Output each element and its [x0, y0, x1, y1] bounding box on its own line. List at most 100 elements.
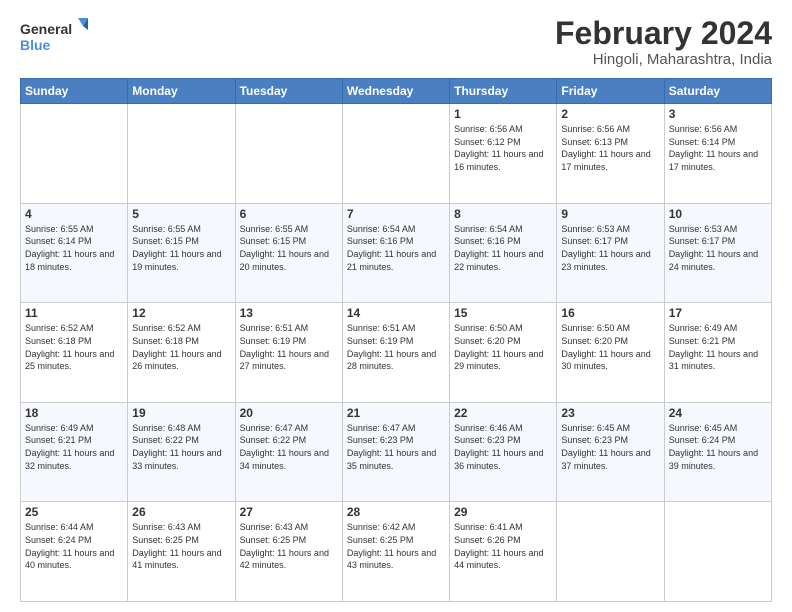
day-number: 10 — [669, 207, 767, 221]
calendar-cell: 25 Sunrise: 6:44 AMSunset: 6:24 PMDayligh… — [21, 502, 128, 602]
calendar-cell: 28 Sunrise: 6:42 AMSunset: 6:25 PMDayligh… — [342, 502, 449, 602]
day-number: 28 — [347, 505, 445, 519]
day-number: 20 — [240, 406, 338, 420]
day-info: Sunrise: 6:45 AMSunset: 6:24 PMDaylight:… — [669, 422, 767, 472]
calendar-body: 1 Sunrise: 6:56 AMSunset: 6:12 PMDaylight… — [21, 104, 772, 602]
calendar-cell: 18Sunrise: 6:49 AMSunset: 6:21 PMDayligh… — [21, 402, 128, 502]
calendar-cell: 17 Sunrise: 6:49 AMSunset: 6:21 PMDayligh… — [664, 303, 771, 403]
day-info: Sunrise: 6:56 AMSunset: 6:14 PMDaylight:… — [669, 123, 767, 173]
day-info: Sunrise: 6:41 AMSunset: 6:26 PMDaylight:… — [454, 521, 552, 571]
calendar-cell: 14 Sunrise: 6:51 AMSunset: 6:19 PMDayligh… — [342, 303, 449, 403]
calendar-cell — [21, 104, 128, 204]
day-info: Sunrise: 6:44 AMSunset: 6:24 PMDaylight:… — [25, 521, 123, 571]
svg-text:General: General — [20, 21, 72, 37]
weekday-header: Wednesday — [342, 79, 449, 104]
calendar-cell: 12Sunrise: 6:52 AMSunset: 6:18 PMDayligh… — [128, 303, 235, 403]
day-info: Sunrise: 6:43 AMSunset: 6:25 PMDaylight:… — [240, 521, 338, 571]
day-info: Sunrise: 6:47 AMSunset: 6:23 PMDaylight:… — [347, 422, 445, 472]
logo: General Blue — [20, 16, 90, 58]
calendar-cell: 24 Sunrise: 6:45 AMSunset: 6:24 PMDayligh… — [664, 402, 771, 502]
calendar-cell: 6Sunrise: 6:55 AMSunset: 6:15 PMDaylight… — [235, 203, 342, 303]
calendar-week-row: 18Sunrise: 6:49 AMSunset: 6:21 PMDayligh… — [21, 402, 772, 502]
day-info: Sunrise: 6:55 AMSunset: 6:15 PMDaylight:… — [132, 223, 230, 273]
logo-svg: General Blue — [20, 16, 90, 58]
day-number: 5 — [132, 207, 230, 221]
day-number: 7 — [347, 207, 445, 221]
calendar-header-row: SundayMondayTuesdayWednesdayThursdayFrid… — [21, 79, 772, 104]
calendar-table: SundayMondayTuesdayWednesdayThursdayFrid… — [20, 78, 772, 602]
calendar-cell: 8Sunrise: 6:54 AMSunset: 6:16 PMDaylight… — [450, 203, 557, 303]
calendar-cell: 1 Sunrise: 6:56 AMSunset: 6:12 PMDaylight… — [450, 104, 557, 204]
calendar-cell: 23 Sunrise: 6:45 AMSunset: 6:23 PMDayligh… — [557, 402, 664, 502]
day-number: 25 — [25, 505, 123, 519]
day-info: Sunrise: 6:48 AMSunset: 6:22 PMDaylight:… — [132, 422, 230, 472]
day-number: 13 — [240, 306, 338, 320]
day-number: 21 — [347, 406, 445, 420]
calendar-cell: 21 Sunrise: 6:47 AMSunset: 6:23 PMDayligh… — [342, 402, 449, 502]
weekday-header: Sunday — [21, 79, 128, 104]
day-number: 26 — [132, 505, 230, 519]
header: General Blue February 2024 Hingoli, Maha… — [20, 16, 772, 68]
calendar-cell: 16 Sunrise: 6:50 AMSunset: 6:20 PMDayligh… — [557, 303, 664, 403]
page: General Blue February 2024 Hingoli, Maha… — [0, 0, 792, 612]
day-number: 19 — [132, 406, 230, 420]
calendar-cell: 5 Sunrise: 6:55 AMSunset: 6:15 PMDaylight… — [128, 203, 235, 303]
day-info: Sunrise: 6:46 AMSunset: 6:23 PMDaylight:… — [454, 422, 552, 472]
calendar-week-row: 11 Sunrise: 6:52 AMSunset: 6:18 PMDayligh… — [21, 303, 772, 403]
calendar-cell: 7Sunrise: 6:54 AMSunset: 6:16 PMDaylight… — [342, 203, 449, 303]
day-info: Sunrise: 6:55 AMSunset: 6:14 PMDaylight:… — [25, 223, 123, 273]
day-number: 24 — [669, 406, 767, 420]
weekday-header: Friday — [557, 79, 664, 104]
day-info: Sunrise: 6:53 AMSunset: 6:17 PMDaylight:… — [669, 223, 767, 273]
day-number: 3 — [669, 107, 767, 121]
calendar-cell: 15 Sunrise: 6:50 AMSunset: 6:20 PMDayligh… — [450, 303, 557, 403]
day-info: Sunrise: 6:50 AMSunset: 6:20 PMDaylight:… — [454, 322, 552, 372]
day-info: Sunrise: 6:42 AMSunset: 6:25 PMDaylight:… — [347, 521, 445, 571]
day-number: 16 — [561, 306, 659, 320]
day-number: 2 — [561, 107, 659, 121]
calendar-cell — [128, 104, 235, 204]
day-number: 14 — [347, 306, 445, 320]
day-info: Sunrise: 6:56 AMSunset: 6:13 PMDaylight:… — [561, 123, 659, 173]
calendar-cell: 11 Sunrise: 6:52 AMSunset: 6:18 PMDayligh… — [21, 303, 128, 403]
day-info: Sunrise: 6:56 AMSunset: 6:12 PMDaylight:… — [454, 123, 552, 173]
day-info: Sunrise: 6:50 AMSunset: 6:20 PMDaylight:… — [561, 322, 659, 372]
title-block: February 2024 Hingoli, Maharashtra, Indi… — [555, 16, 772, 68]
day-number: 11 — [25, 306, 123, 320]
weekday-header: Saturday — [664, 79, 771, 104]
calendar-week-row: 1 Sunrise: 6:56 AMSunset: 6:12 PMDaylight… — [21, 104, 772, 204]
calendar-cell: 10 Sunrise: 6:53 AMSunset: 6:17 PMDayligh… — [664, 203, 771, 303]
weekday-header: Monday — [128, 79, 235, 104]
day-number: 23 — [561, 406, 659, 420]
day-number: 8 — [454, 207, 552, 221]
day-info: Sunrise: 6:43 AMSunset: 6:25 PMDaylight:… — [132, 521, 230, 571]
day-info: Sunrise: 6:53 AMSunset: 6:17 PMDaylight:… — [561, 223, 659, 273]
calendar-cell: 3 Sunrise: 6:56 AMSunset: 6:14 PMDaylight… — [664, 104, 771, 204]
calendar-cell: 9Sunrise: 6:53 AMSunset: 6:17 PMDaylight… — [557, 203, 664, 303]
calendar-week-row: 4 Sunrise: 6:55 AMSunset: 6:14 PMDaylight… — [21, 203, 772, 303]
weekday-header: Tuesday — [235, 79, 342, 104]
day-info: Sunrise: 6:45 AMSunset: 6:23 PMDaylight:… — [561, 422, 659, 472]
day-number: 4 — [25, 207, 123, 221]
calendar-cell — [664, 502, 771, 602]
calendar-cell: 26 Sunrise: 6:43 AMSunset: 6:25 PMDayligh… — [128, 502, 235, 602]
day-number: 18 — [25, 406, 123, 420]
calendar-cell — [235, 104, 342, 204]
day-number: 29 — [454, 505, 552, 519]
sub-title: Hingoli, Maharashtra, India — [555, 51, 772, 68]
calendar-cell: 29 Sunrise: 6:41 AMSunset: 6:26 PMDayligh… — [450, 502, 557, 602]
day-number: 17 — [669, 306, 767, 320]
day-info: Sunrise: 6:49 AMSunset: 6:21 PMDaylight:… — [669, 322, 767, 372]
day-info: Sunrise: 6:51 AMSunset: 6:19 PMDaylight:… — [347, 322, 445, 372]
day-number: 15 — [454, 306, 552, 320]
calendar-cell: 13Sunrise: 6:51 AMSunset: 6:19 PMDayligh… — [235, 303, 342, 403]
day-number: 1 — [454, 107, 552, 121]
calendar-cell — [342, 104, 449, 204]
day-number: 22 — [454, 406, 552, 420]
day-info: Sunrise: 6:47 AMSunset: 6:22 PMDaylight:… — [240, 422, 338, 472]
calendar-cell: 2 Sunrise: 6:56 AMSunset: 6:13 PMDaylight… — [557, 104, 664, 204]
day-info: Sunrise: 6:55 AMSunset: 6:15 PMDaylight:… — [240, 223, 338, 273]
calendar-cell: 27Sunrise: 6:43 AMSunset: 6:25 PMDayligh… — [235, 502, 342, 602]
weekday-header: Thursday — [450, 79, 557, 104]
day-info: Sunrise: 6:52 AMSunset: 6:18 PMDaylight:… — [25, 322, 123, 372]
